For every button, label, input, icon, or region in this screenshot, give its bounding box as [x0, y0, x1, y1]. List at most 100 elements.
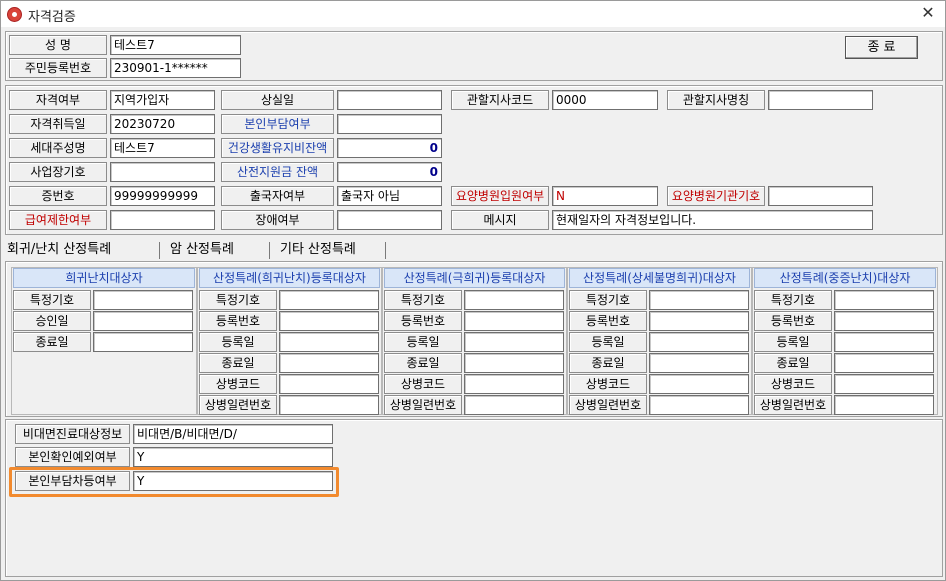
workplace-code-field[interactable] — [110, 162, 215, 182]
row-label: 상병코드 — [199, 374, 277, 394]
row-field[interactable] — [834, 290, 934, 310]
row-label: 상병일련번호 — [569, 395, 647, 415]
rrn-label: 주민등록번호 — [9, 58, 107, 78]
rrn-field[interactable]: 230901-1****** — [110, 58, 241, 78]
row-field[interactable] — [649, 290, 749, 310]
copay-difference-highlight — [9, 467, 339, 497]
row-label: 상병코드 — [754, 374, 832, 394]
row-label: 등록번호 — [199, 311, 277, 331]
row-field[interactable] — [834, 374, 934, 394]
acquisition-date-field[interactable]: 20230720 — [110, 114, 215, 134]
tab-separator — [159, 242, 160, 259]
message-field[interactable]: 현재일자의 자격정보입니다. — [552, 210, 873, 230]
telemed-field[interactable]: 비대면/B/비대면/D/ — [133, 424, 333, 444]
row-label: 상병일련번호 — [384, 395, 462, 415]
row-field[interactable] — [834, 353, 934, 373]
tab-rare-disease[interactable]: 회귀/난치 산정특례 — [7, 239, 111, 261]
row-label: 등록일 — [754, 332, 832, 352]
branch-name-label: 관할지사명칭 — [667, 90, 765, 110]
row-label: 특정기호 — [384, 290, 462, 310]
row-field[interactable] — [649, 332, 749, 352]
row-field[interactable] — [649, 311, 749, 331]
disability-field[interactable] — [337, 210, 442, 230]
copay-label: 본인부담여부 — [221, 114, 334, 134]
nursing-hospital-code-label: 요양병원기관기호 — [667, 186, 765, 206]
column-header: 희귀난치대상자 — [13, 268, 195, 288]
row-field[interactable] — [834, 311, 934, 331]
household-head-field[interactable]: 테스트7 — [110, 138, 215, 158]
benefit-limit-field[interactable] — [110, 210, 215, 230]
copay-field[interactable] — [337, 114, 442, 134]
name-label: 성 명 — [9, 35, 107, 55]
column-header: 산정특례(희귀난치)등록대상자 — [199, 268, 380, 288]
row-label: 등록일 — [199, 332, 277, 352]
window-close-icon[interactable]: ✕ — [917, 3, 939, 23]
row-label: 특정기호 — [754, 290, 832, 310]
row-field[interactable] — [464, 311, 564, 331]
tab-cancer[interactable]: 암 산정특례 — [170, 239, 234, 261]
row-label: 상병코드 — [384, 374, 462, 394]
row-field[interactable] — [279, 395, 379, 415]
qualification-field[interactable]: 지역가입자 — [110, 90, 215, 110]
card-number-label: 증번호 — [9, 186, 107, 206]
loss-date-field[interactable] — [337, 90, 442, 110]
nursing-hospital-field[interactable]: N — [552, 186, 658, 206]
row-field[interactable] — [464, 374, 564, 394]
row-label: 등록일 — [384, 332, 462, 352]
branch-code-field[interactable]: 0000 — [552, 90, 658, 110]
self-check-exception-label: 본인확인예외여부 — [15, 447, 130, 467]
row-field[interactable] — [464, 290, 564, 310]
app-logo-icon — [7, 7, 22, 22]
nursing-hospital-label: 요양병원입원여부 — [451, 186, 549, 206]
tab-separator — [385, 242, 386, 259]
workplace-code-label: 사업장기호 — [9, 162, 107, 182]
branch-name-field[interactable] — [768, 90, 873, 110]
nursing-hospital-code-field[interactable] — [768, 186, 873, 206]
row-label: 상병일련번호 — [199, 395, 277, 415]
row-field[interactable] — [279, 374, 379, 394]
row-field[interactable] — [649, 374, 749, 394]
qualification-label: 자격여부 — [9, 90, 107, 110]
loss-date-label: 상실일 — [221, 90, 334, 110]
name-field[interactable]: 테스트7 — [110, 35, 241, 55]
row-field[interactable] — [93, 332, 193, 352]
row-field[interactable] — [464, 332, 564, 352]
row-field[interactable] — [279, 311, 379, 331]
title-bar: 자격검증 ✕ — [1, 1, 945, 27]
disability-label: 장애여부 — [221, 210, 334, 230]
card-number-field[interactable]: 99999999999 — [110, 186, 215, 206]
acquisition-date-label: 자격취득일 — [9, 114, 107, 134]
prenatal-balance-label: 산전지원금 잔액 — [221, 162, 334, 182]
row-field[interactable] — [464, 353, 564, 373]
row-label: 등록번호 — [384, 311, 462, 331]
row-field[interactable] — [834, 395, 934, 415]
column-header: 산정특례(중증난치)대상자 — [754, 268, 936, 288]
row-label: 등록번호 — [754, 311, 832, 331]
health-balance-label: 건강생활유지비잔액 — [221, 138, 334, 158]
row-field[interactable] — [649, 353, 749, 373]
health-balance-field[interactable]: 0 — [337, 138, 442, 158]
departure-label: 출국자여부 — [221, 186, 334, 206]
row-field[interactable] — [834, 332, 934, 352]
row-field[interactable] — [279, 353, 379, 373]
column-header: 산정특례(극희귀)등록대상자 — [384, 268, 565, 288]
window-title: 자격검증 — [28, 10, 76, 25]
tab-other[interactable]: 기타 산정특례 — [280, 239, 356, 261]
row-label: 종료일 — [384, 353, 462, 373]
row-label: 등록번호 — [569, 311, 647, 331]
row-field[interactable] — [649, 395, 749, 415]
row-label: 종료일 — [569, 353, 647, 373]
row-field[interactable] — [93, 311, 193, 331]
row-label: 상병일련번호 — [754, 395, 832, 415]
prenatal-balance-field[interactable]: 0 — [337, 162, 442, 182]
row-field[interactable] — [464, 395, 564, 415]
self-check-exception-field[interactable]: Y — [133, 447, 333, 467]
departure-field[interactable]: 출국자 아님 — [337, 186, 442, 206]
qualification-window: 자격검증 ✕ 성 명 테스트7 주민등록번호 230901-1****** 종 … — [0, 0, 946, 581]
row-label: 종료일 — [199, 353, 277, 373]
row-field[interactable] — [279, 290, 379, 310]
close-button[interactable]: 종 료 — [845, 36, 918, 59]
row-label: 특정기호 — [199, 290, 277, 310]
row-field[interactable] — [93, 290, 193, 310]
row-field[interactable] — [279, 332, 379, 352]
